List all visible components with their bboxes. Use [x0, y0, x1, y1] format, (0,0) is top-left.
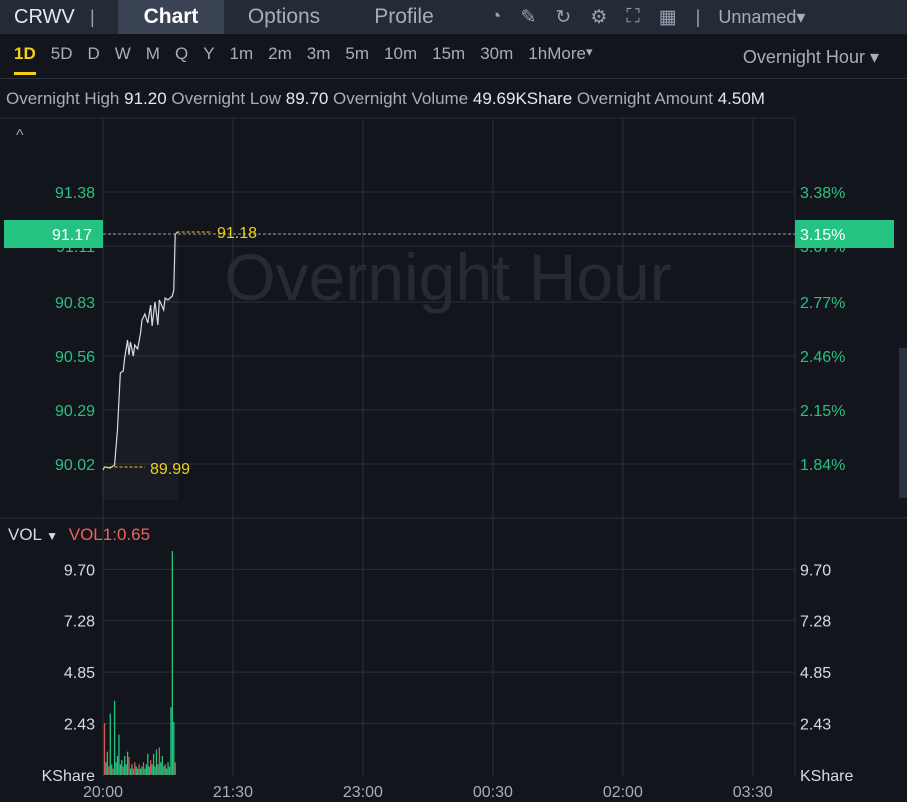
volume-unit-label: KShare [42, 768, 95, 785]
volume-bar [147, 753, 149, 775]
percent-tick-label: 3.38% [800, 185, 845, 202]
volume-bar [142, 762, 145, 775]
volume-tick-label-right: 7.28 [800, 614, 831, 631]
x-tick-label: 21:30 [213, 784, 253, 801]
price-area [103, 232, 178, 500]
volume-bar [163, 766, 165, 775]
volume-bar [137, 768, 139, 775]
current-percent-label: 3.15% [800, 227, 845, 244]
volume-tick-label: 9.70 [64, 562, 95, 579]
volume-bar [135, 766, 137, 775]
volume-bar [121, 760, 123, 775]
volume-bar [148, 766, 150, 775]
volume-bar [108, 766, 110, 775]
side-panel-handle[interactable] [899, 348, 907, 498]
volume-bar [134, 762, 136, 775]
price-tick-label: 90.83 [55, 295, 95, 312]
volume-bar [145, 764, 148, 775]
vol1-value: VOL1:0.65 [68, 525, 151, 544]
x-tick-label: 03:30 [733, 784, 773, 801]
max-price-label: 91.18 [217, 225, 257, 242]
percent-tick-label: 1.84% [800, 457, 845, 474]
volume-bar [119, 764, 122, 775]
price-tick-label: 91.38 [55, 185, 95, 202]
volume-bar [116, 755, 119, 775]
volume-tick-label: 2.43 [64, 716, 95, 733]
volume-unit-label-right: KShare [800, 768, 853, 785]
chart-canvas[interactable]: ^ 20:00 21:30 23:00 00:30 02:00 03:30 91.38 3.38… [0, 0, 907, 802]
volume-bar [109, 713, 111, 775]
volume-bar [106, 751, 109, 775]
volume-bar [118, 734, 120, 775]
volume-bar [155, 749, 158, 775]
percent-tick-label: 2.46% [800, 349, 845, 366]
volume-bar [168, 766, 171, 775]
volume-bar [171, 550, 174, 775]
volume-bar [164, 764, 166, 775]
volume-bar [126, 751, 129, 775]
volume-bar [173, 722, 175, 775]
volume-bar [152, 753, 155, 775]
volume-bar [161, 755, 163, 775]
volume-bar [115, 762, 117, 775]
volume-bar [150, 760, 152, 775]
volume-tick-label-right: 4.85 [800, 665, 831, 682]
volume-bar [113, 700, 116, 775]
volume-bar [129, 768, 132, 775]
volume-bar [157, 764, 159, 775]
watermark: Overnight Hour [224, 240, 672, 314]
min-price-label: 89.99 [150, 461, 190, 478]
volume-bar [141, 766, 143, 775]
price-tick-label: 90.29 [55, 403, 95, 420]
volume-bar [165, 768, 168, 775]
volume-tick-label-right: 2.43 [800, 716, 831, 733]
x-tick-label: 00:30 [473, 784, 513, 801]
volume-tick-label-right: 9.70 [800, 562, 831, 579]
volume-bar [144, 768, 146, 775]
volume-bar [138, 764, 140, 775]
volume-bar [124, 755, 126, 775]
volume-indicator-label[interactable]: VOL [8, 525, 41, 544]
volume-bar [139, 768, 142, 775]
volume-bar [105, 762, 107, 775]
volume-bar [154, 766, 156, 775]
volume-bar [125, 764, 127, 775]
volume-header: VOL ▼ VOL1:0.65 [8, 525, 150, 545]
volume-bar [170, 707, 172, 775]
volume-bar [131, 764, 133, 775]
volume-bar [103, 723, 106, 775]
volume-bar [174, 762, 176, 775]
collapse-icon[interactable]: ^ [16, 127, 24, 144]
volume-bar [122, 766, 124, 775]
x-tick-label: 02:00 [603, 784, 643, 801]
percent-tick-label: 2.15% [800, 403, 845, 420]
volume-bar [111, 764, 113, 775]
x-tick-label: 23:00 [343, 784, 383, 801]
volume-tick-label: 4.85 [64, 665, 95, 682]
volume-bar [160, 762, 162, 775]
volume-bar [151, 764, 153, 775]
price-tick-label: 90.56 [55, 349, 95, 366]
percent-tick-label: 2.77% [800, 295, 845, 312]
price-tick-label: 90.02 [55, 457, 95, 474]
volume-bar [112, 768, 114, 775]
x-tick-label: 20:00 [83, 784, 123, 801]
volume-bar [167, 762, 169, 775]
volume-tick-label: 7.28 [64, 614, 95, 631]
current-price-label: 91.17 [52, 227, 92, 244]
volume-bar [158, 747, 161, 775]
volume-bar [128, 756, 130, 775]
volume-bar [132, 768, 135, 775]
dropdown-icon[interactable]: ▼ [46, 529, 58, 543]
